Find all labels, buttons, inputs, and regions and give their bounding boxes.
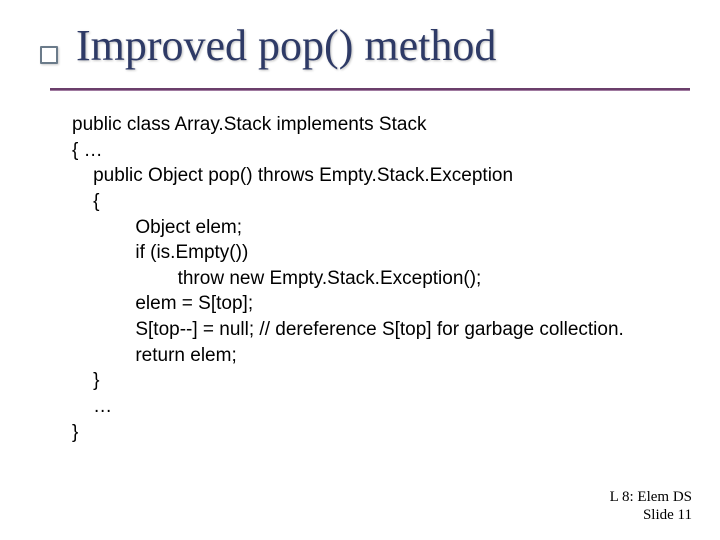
footer-line-2: Slide 11: [610, 506, 692, 524]
title-bullet-icon: [40, 46, 58, 64]
slide-title: Improved pop() method: [76, 20, 496, 71]
slide-footer: L 8: Elem DS Slide 11: [610, 488, 692, 524]
title-row: Improved pop() method: [40, 20, 680, 71]
slide: Improved pop() method public class Array…: [0, 0, 720, 540]
code-block: public class Array.Stack implements Stac…: [72, 112, 690, 445]
title-underline: [50, 88, 690, 90]
footer-line-1: L 8: Elem DS: [610, 488, 692, 506]
